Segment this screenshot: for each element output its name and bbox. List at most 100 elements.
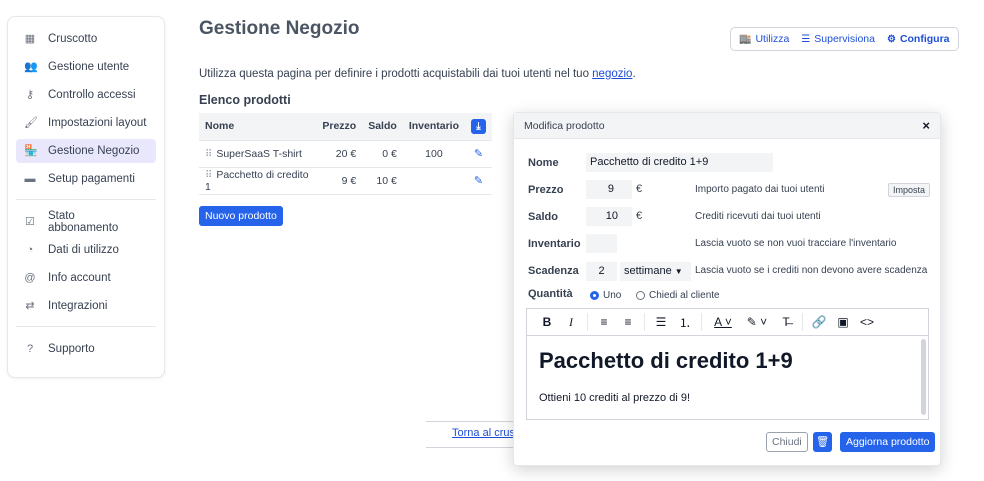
modal-header: Modifica prodotto × bbox=[514, 113, 940, 139]
scadenza-unit-value: settimane bbox=[624, 265, 672, 277]
sidebar-item-dati-utilizzo[interactable]: ◔ Dati di utilizzo bbox=[16, 238, 156, 262]
utilizza-label: Utilizza bbox=[755, 33, 790, 45]
cell-saldo: 0 € bbox=[362, 140, 403, 168]
cell-edit: ✎ bbox=[465, 167, 492, 195]
supervisiona-button[interactable]: ☰ Supervisiona bbox=[801, 33, 875, 45]
align-left-icon[interactable]: ≡ bbox=[592, 315, 616, 329]
close-icon[interactable]: × bbox=[922, 118, 930, 133]
sidebar-item-supporto[interactable]: ? Supporto bbox=[16, 337, 156, 361]
update-product-button[interactable]: Aggiorna prodotto bbox=[840, 432, 936, 452]
rich-text-editor[interactable]: B I ≡ ≡ ☰ ⒈ A ˅ ✎ ˅ T̶ 🔗 ▣ <> Pacchetto … bbox=[526, 308, 929, 420]
store-icon: 🏬 bbox=[739, 33, 752, 45]
drag-handle-icon[interactable]: ⠿ bbox=[205, 149, 212, 160]
sidebar-item-info-account[interactable]: @ Info account bbox=[16, 266, 156, 290]
inventario-field[interactable] bbox=[586, 234, 617, 253]
negozio-link[interactable]: negozio bbox=[592, 68, 632, 80]
back-to-dashboard-link[interactable]: Torna al cruscotto bbox=[452, 427, 514, 439]
highlight-icon[interactable]: ✎ ˅ bbox=[740, 315, 774, 329]
delete-button[interactable]: 🗑 bbox=[813, 432, 832, 452]
sidebar-item-gestione-utente[interactable]: 👥 Gestione utente bbox=[16, 55, 156, 79]
quantita-label: Quantità bbox=[528, 288, 573, 300]
gear-icon: ⚙ bbox=[886, 33, 896, 45]
store-icon: 🏪 bbox=[24, 145, 38, 157]
quantity-radio-uno[interactable]: Uno bbox=[590, 290, 621, 301]
editor-scrollbar[interactable] bbox=[921, 339, 926, 415]
intro-end: . bbox=[632, 68, 636, 80]
download-icon[interactable]: ⤓ bbox=[471, 118, 486, 134]
code-icon[interactable]: <> bbox=[855, 315, 879, 329]
nome-field[interactable]: Pacchetto di credito 1+9 bbox=[586, 153, 773, 172]
sidebar-item-stato-abbonamento[interactable]: ☑ Stato abbonamento bbox=[16, 210, 156, 234]
editor-heading: Pacchetto di credito 1+9 bbox=[539, 348, 793, 373]
pie-chart-icon: ◔ bbox=[26, 244, 34, 256]
align-center-icon[interactable]: ≡ bbox=[616, 315, 640, 329]
table-row[interactable]: ⠿ Pacchetto di credito 1 9 € 10 € ✎ bbox=[199, 167, 492, 195]
prezzo-hint: Importo pagato dai tuoi utenti bbox=[695, 184, 825, 195]
page-title: Gestione Negozio bbox=[199, 18, 360, 39]
cell-edit: ✎ bbox=[465, 140, 492, 168]
mode-button-group: 🏬 Utilizza ☰ Supervisiona ⚙ Configura bbox=[730, 27, 959, 51]
dashboard-icon: ▦ bbox=[24, 33, 36, 45]
pencil-icon[interactable]: ✎ bbox=[474, 148, 483, 160]
bold-icon[interactable]: B bbox=[535, 315, 559, 329]
radio-dot bbox=[590, 291, 599, 300]
chevron-down-icon: ▼ bbox=[674, 267, 683, 276]
pencil-icon[interactable]: ✎ bbox=[474, 175, 483, 187]
scadenza-unit-select[interactable]: settimane ▼ bbox=[620, 262, 691, 281]
cell-nome: ⠿ SuperSaaS T-shirt bbox=[199, 140, 317, 168]
imposta-button[interactable]: Imposta bbox=[888, 183, 931, 197]
image-icon[interactable]: ▣ bbox=[831, 315, 855, 329]
bullet-list-icon[interactable]: ☰ bbox=[649, 315, 673, 329]
sidebar-item-gestione-negozio[interactable]: 🏪 Gestione Negozio bbox=[16, 139, 156, 163]
divider bbox=[426, 447, 516, 448]
col-prezzo: Prezzo bbox=[316, 113, 363, 141]
sidebar-divider bbox=[16, 199, 156, 200]
editor-content[interactable]: Pacchetto di credito 1+9 Ottieni 10 cred… bbox=[527, 336, 928, 416]
configura-label: Configura bbox=[899, 33, 950, 45]
cell-saldo: 10 € bbox=[362, 167, 403, 195]
sidebar-item-controllo-accessi[interactable]: ⚷ Controllo accessi bbox=[16, 83, 156, 107]
configura-button[interactable]: ⚙ Configura bbox=[887, 33, 950, 45]
brush-icon: 🖌 bbox=[24, 117, 38, 129]
italic-icon[interactable]: I bbox=[559, 315, 583, 330]
product-name: SuperSaaS T-shirt bbox=[216, 147, 302, 160]
new-product-button[interactable]: Nuovo prodotto bbox=[199, 206, 283, 226]
sidebar-item-label: Impostazioni layout bbox=[48, 117, 147, 129]
key-icon: ⚷ bbox=[25, 89, 35, 101]
chiudi-button[interactable]: Chiudi bbox=[766, 432, 808, 452]
text-color-icon[interactable]: A ˅ bbox=[706, 315, 740, 329]
saldo-field[interactable]: 10 bbox=[586, 207, 632, 226]
inventario-label: Inventario bbox=[528, 238, 581, 250]
scadenza-field[interactable]: 2 bbox=[586, 262, 617, 281]
supervisiona-label: Supervisiona bbox=[814, 33, 875, 45]
sidebar-item-integrazioni[interactable]: ⇄ Integrazioni bbox=[16, 294, 156, 318]
quantity-radio-chiedi[interactable]: Chiedi al cliente bbox=[636, 290, 720, 301]
editor-paragraph: Ottieni 10 crediti al prezzo di 9! bbox=[539, 392, 691, 404]
saldo-currency: € bbox=[636, 210, 643, 222]
drag-handle-icon[interactable]: ⠿ bbox=[205, 170, 212, 181]
scadenza-hint: Lascia vuoto se i crediti non devono ave… bbox=[695, 265, 928, 276]
sidebar-item-cruscotto[interactable]: ▦ Cruscotto bbox=[16, 27, 156, 51]
users-icon: 👥 bbox=[24, 61, 38, 73]
col-download: ⤓ bbox=[465, 113, 492, 141]
sidebar-item-label: Cruscotto bbox=[48, 33, 98, 45]
inventario-hint: Lascia vuoto se non vuoi tracciare l'inv… bbox=[695, 238, 897, 249]
clear-format-icon[interactable]: T̶ bbox=[774, 315, 798, 329]
prezzo-field[interactable]: 9 bbox=[586, 180, 632, 199]
link-icon[interactable]: 🔗 bbox=[807, 315, 831, 329]
col-saldo: Saldo bbox=[362, 113, 403, 141]
utilizza-button[interactable]: 🏬 Utilizza bbox=[739, 33, 789, 45]
toolbar-divider bbox=[644, 313, 645, 331]
sidebar: ▦ Cruscotto 👥 Gestione utente ⚷ Controllo a… bbox=[7, 16, 165, 378]
numbered-list-icon[interactable]: ⒈ bbox=[673, 314, 697, 331]
sidebar-item-impostazioni-layout[interactable]: 🖌 Impostazioni layout bbox=[16, 111, 156, 135]
sidebar-item-setup-pagamenti[interactable]: ▬ Setup pagamenti bbox=[16, 167, 156, 191]
intro-sentence: Utilizza questa pagina per definire i pr… bbox=[199, 68, 593, 80]
radio-label: Chiedi al cliente bbox=[649, 290, 720, 301]
table-row[interactable]: ⠿ SuperSaaS T-shirt 20 € 0 € 100 ✎ bbox=[199, 140, 492, 168]
sidebar-item-label: Info account bbox=[48, 272, 111, 284]
col-inventario: Inventario bbox=[402, 113, 465, 141]
radio-label: Uno bbox=[603, 290, 622, 301]
sidebar-item-label: Supporto bbox=[48, 343, 95, 355]
nome-label: Nome bbox=[528, 157, 559, 169]
